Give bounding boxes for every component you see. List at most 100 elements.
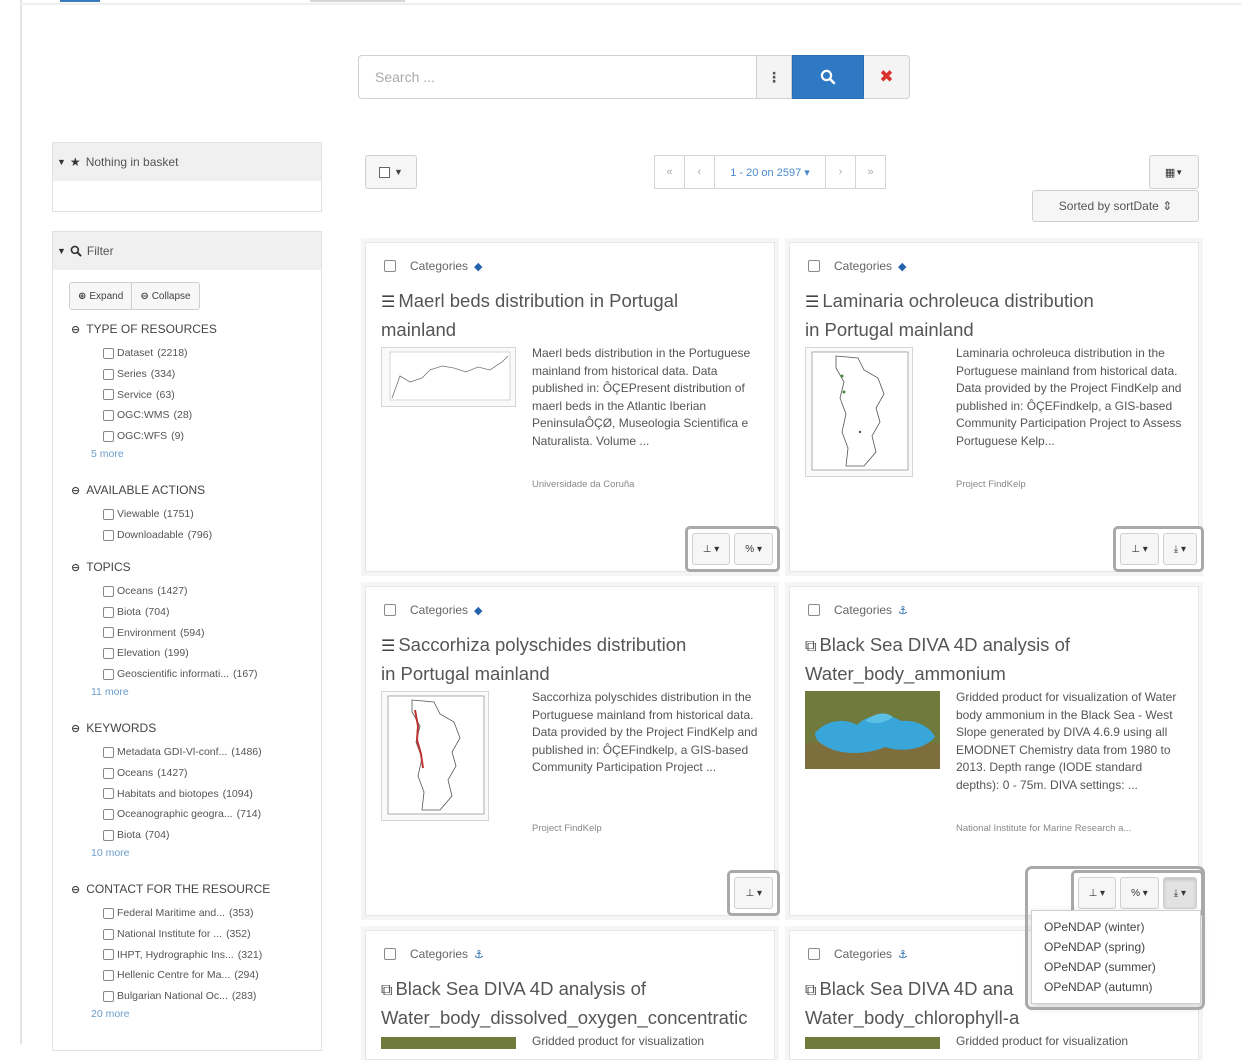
select-checkbox[interactable]: [808, 948, 820, 960]
checkbox[interactable]: [103, 409, 114, 421]
select-checkbox[interactable]: [384, 260, 396, 272]
more-link[interactable]: 11 more: [71, 684, 316, 700]
top-tab[interactable]: [310, 0, 405, 5]
search-button[interactable]: [792, 55, 864, 99]
facet-item[interactable]: Oceans (1427): [103, 763, 316, 784]
thumbnail[interactable]: [381, 347, 516, 407]
layout-dropdown[interactable]: ▦ ▼: [1149, 155, 1199, 189]
facet-item[interactable]: Biota (704): [103, 602, 316, 623]
link-dropdown-button[interactable]: % ▾: [734, 533, 773, 565]
thumbnail[interactable]: [381, 691, 489, 821]
checkbox[interactable]: [103, 746, 114, 758]
dropdown-item[interactable]: OPeNDAP (spring): [1032, 937, 1200, 957]
expand-button[interactable]: ⊕ Expand: [70, 283, 131, 309]
facet-title[interactable]: ⊖ KEYWORDS: [71, 718, 316, 738]
download-dropdown-button[interactable]: ⤓ ▾: [1162, 877, 1197, 909]
facet-item[interactable]: IHPT, Hydrographic Ins... (321): [103, 944, 316, 965]
page-range-dropdown[interactable]: 1 - 20 on 2597 ▾: [714, 155, 826, 189]
select-checkbox[interactable]: [384, 948, 396, 960]
top-tab-active[interactable]: [60, 0, 100, 5]
pin-dropdown-button[interactable]: ⊥ ▾: [691, 533, 731, 565]
checkbox[interactable]: [103, 389, 114, 401]
facet-item[interactable]: Environment (594): [103, 622, 316, 643]
facet-item[interactable]: Habitats and biotopes (1094): [103, 783, 316, 804]
dropdown-item[interactable]: OPeNDAP (autumn): [1032, 977, 1200, 997]
checkbox[interactable]: [103, 585, 114, 597]
result-source[interactable]: National Institute for Marine Research a…: [956, 823, 1131, 834]
result-source[interactable]: Project FindKelp: [956, 479, 1026, 490]
checkbox[interactable]: [103, 829, 114, 841]
search-input[interactable]: [358, 55, 756, 99]
result-title[interactable]: ☰ Maerl beds distribution in Portugal mai…: [381, 287, 766, 343]
result-title[interactable]: ⧉ Black Sea DIVA 4D analysis of Water_bod…: [381, 975, 766, 1031]
download-dropdown-button[interactable]: ⤓ ▾: [1162, 533, 1197, 565]
result-source[interactable]: Universidade da Coruña: [532, 479, 634, 490]
last-page-button[interactable]: »: [855, 155, 886, 189]
select-checkbox[interactable]: [384, 604, 396, 616]
facet-item[interactable]: Dataset (2218): [103, 343, 316, 364]
facet-title[interactable]: ⊖ TYPE OF RESOURCES: [71, 319, 316, 339]
collapse-button[interactable]: ⊖ Collapse: [131, 283, 198, 309]
checkbox[interactable]: [103, 347, 114, 359]
facet-item[interactable]: Federal Maritime and... (353): [103, 903, 316, 924]
checkbox[interactable]: [103, 949, 114, 961]
thumbnail[interactable]: [805, 691, 940, 769]
select-checkbox[interactable]: [808, 260, 820, 272]
facet-item[interactable]: Geoscientific informati... (167): [103, 664, 316, 685]
thumbnail[interactable]: [805, 347, 913, 477]
thumbnail[interactable]: [381, 1037, 516, 1049]
facet-item[interactable]: Oceans (1427): [103, 581, 316, 602]
filter-header[interactable]: ▼ Filter: [53, 232, 321, 270]
facet-item[interactable]: Series (334): [103, 364, 316, 385]
sort-dropdown[interactable]: Sorted by sortDate ⇕: [1032, 190, 1199, 222]
facet-item[interactable]: Hellenic Centre for Ma... (294): [103, 965, 316, 986]
clear-search-button[interactable]: ✖: [864, 55, 910, 99]
checkbox[interactable]: [103, 368, 114, 380]
result-source[interactable]: Project FindKelp: [532, 823, 602, 834]
search-options-button[interactable]: ⋮: [756, 55, 792, 99]
basket-header[interactable]: ▼ ★ Nothing in basket: [53, 143, 321, 181]
checkbox[interactable]: [103, 508, 114, 520]
checkbox[interactable]: [103, 606, 114, 618]
prev-page-button[interactable]: ‹: [684, 155, 715, 189]
checkbox[interactable]: [103, 430, 114, 442]
link-dropdown-button[interactable]: % ▾: [1120, 877, 1159, 909]
thumbnail[interactable]: [805, 1037, 940, 1049]
checkbox[interactable]: [103, 969, 114, 981]
facet-item[interactable]: Oceanographic geogra... (714): [103, 804, 316, 825]
facet-item[interactable]: Downloadable (796): [103, 525, 316, 546]
next-page-button[interactable]: ›: [825, 155, 856, 189]
pin-dropdown-button[interactable]: ⊥ ▾: [734, 877, 773, 909]
dropdown-item[interactable]: OPeNDAP (winter): [1032, 917, 1200, 937]
checkbox[interactable]: [103, 990, 114, 1002]
facet-item[interactable]: OGC:WMS (28): [103, 405, 316, 426]
dropdown-item[interactable]: OPeNDAP (summer): [1032, 957, 1200, 977]
result-title[interactable]: ⧉ Black Sea DIVA 4D analysis of Water_bod…: [805, 631, 1190, 687]
checkbox[interactable]: [103, 788, 114, 800]
more-link[interactable]: 20 more: [71, 1006, 316, 1022]
facet-item[interactable]: Metadata GDI-Vl-conf... (1486): [103, 742, 316, 763]
more-link[interactable]: 10 more: [71, 845, 316, 861]
checkbox[interactable]: [103, 767, 114, 779]
checkbox[interactable]: [103, 928, 114, 940]
facet-title[interactable]: ⊖ AVAILABLE ACTIONS: [71, 480, 316, 500]
checkbox[interactable]: [103, 529, 114, 541]
checkbox[interactable]: [103, 808, 114, 820]
pin-dropdown-button[interactable]: ⊥ ▾: [1120, 533, 1159, 565]
facet-item[interactable]: Viewable (1751): [103, 504, 316, 525]
facet-item[interactable]: Service (63): [103, 384, 316, 405]
facet-item[interactable]: Biota (704): [103, 825, 316, 846]
select-checkbox[interactable]: [808, 604, 820, 616]
facet-item[interactable]: National Institute for ... (352): [103, 924, 316, 945]
checkbox[interactable]: [103, 668, 114, 680]
facet-title[interactable]: ⊖ CONTACT FOR THE RESOURCE: [71, 879, 316, 899]
checkbox[interactable]: [103, 647, 114, 659]
select-all-dropdown[interactable]: ▼: [365, 155, 417, 189]
facet-item[interactable]: Bulgarian National Oc... (283): [103, 986, 316, 1007]
facet-title[interactable]: ⊖ TOPICS: [71, 557, 316, 577]
facet-item[interactable]: Elevation (199): [103, 643, 316, 664]
checkbox[interactable]: [103, 627, 114, 639]
result-title[interactable]: ☰ Laminaria ochroleuca distribution in Po…: [805, 287, 1190, 343]
pin-dropdown-button[interactable]: ⊥ ▾: [1077, 877, 1117, 909]
first-page-button[interactable]: «: [654, 155, 685, 189]
